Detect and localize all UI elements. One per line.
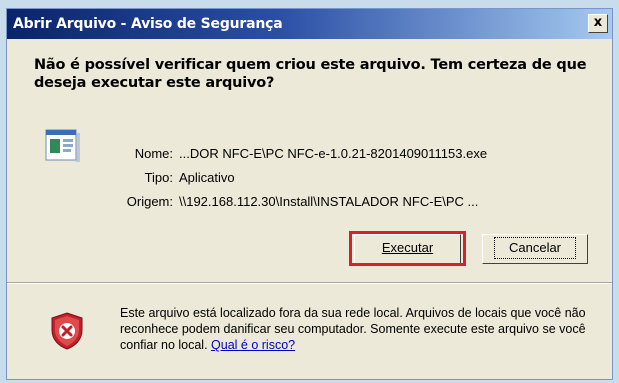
question-text: Não é possível verificar quem criou este… <box>34 57 587 91</box>
security-shield-icon <box>51 312 83 350</box>
type-value: Aplicativo <box>179 170 235 185</box>
origin-value: \\192.168.112.30\Install\INSTALADOR NFC-… <box>179 194 479 209</box>
window-title: Abrir Arquivo - Aviso de Segurança <box>13 16 283 32</box>
warning-text: Este arquivo está localizado fora da sua… <box>120 306 586 352</box>
separator <box>7 282 612 284</box>
cancel-button-label: Cancelar <box>493 237 577 259</box>
type-label: Tipo: <box>144 170 173 185</box>
title-bar[interactable]: Abrir Arquivo - Aviso de Segurança x <box>7 9 612 39</box>
close-icon: x <box>593 15 603 30</box>
origin-label: Origem: <box>126 194 173 209</box>
name-value: ...DOR NFC-E\PC NFC-e-1.0.21-82014090111… <box>179 146 488 161</box>
cancel-button[interactable]: Cancelar <box>482 234 588 264</box>
risk-info-link[interactable]: Qual é o risco? <box>211 338 295 352</box>
warning-text-block: Este arquivo está localizado fora da sua… <box>120 305 605 353</box>
close-button[interactable]: x <box>588 14 608 33</box>
run-button-highlight <box>349 231 466 266</box>
security-warning-dialog: Abrir Arquivo - Aviso de Segurança x Não… <box>6 8 613 380</box>
name-label: Nome: <box>134 146 173 161</box>
